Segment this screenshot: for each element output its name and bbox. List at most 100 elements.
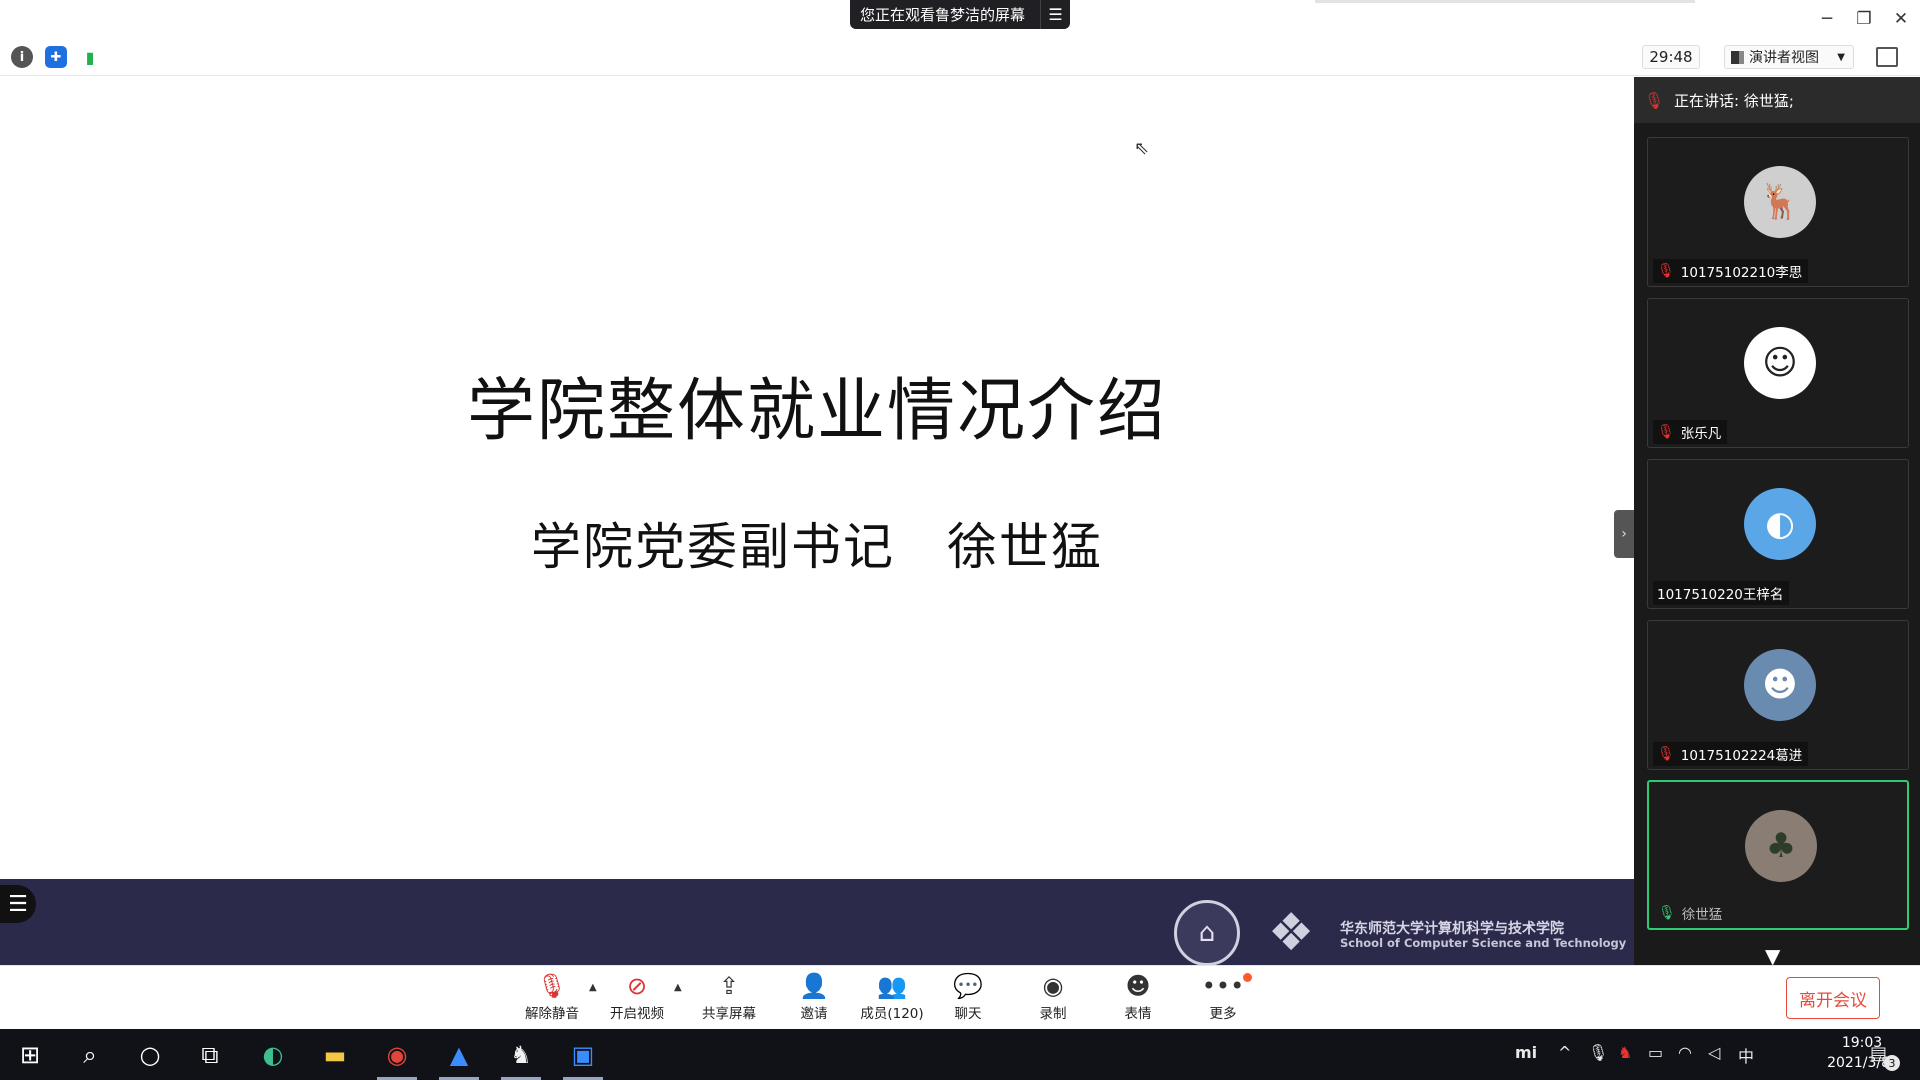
speaking-label: 正在讲话: 徐世猛; [1674,91,1794,110]
wps-icon[interactable]: ▣ [558,1029,608,1080]
unmute-button[interactable]: 🎙 解除静音 [514,970,590,1026]
minimize-button[interactable]: ─ [1812,6,1842,32]
participant-name: 1017510220王梓名 [1657,587,1784,603]
info-icon[interactable]: i [11,46,33,68]
participant-tile-active-speaker[interactable]: ♣ 🎙 徐世猛 [1647,780,1909,930]
share-screen-label: 共享屏幕 [702,1006,756,1022]
meeting-toolbar: i ✚ ▮ 29:48 演讲者视图 ▼ [0,38,1920,76]
participant-tile[interactable]: ☻ 🎙 10175102224葛进 [1647,620,1909,770]
share-banner-text: 您正在观看鲁梦洁的屏幕 [860,6,1026,24]
speaking-bar: 🎙 正在讲话: 徐世猛; [1634,77,1920,123]
unmute-label: 解除静音 [525,1006,579,1022]
participant-nametag: 1017510220王梓名 [1653,581,1790,605]
share-banner[interactable]: 您正在观看鲁梦洁的屏幕 ☰ [850,0,1070,29]
chevron-down-icon: ▼ [1837,51,1845,63]
mic-muted-icon: 🎙 [1657,263,1675,279]
cartoon-avatar: ☺ [1744,327,1816,399]
fullscreen-icon[interactable] [1876,47,1898,67]
more-dots-icon: ••• [1201,972,1245,1000]
meeting-controls: 🎙 解除静音 ▲ ⊘ 开启视频 ▲ ⇪ 共享屏幕 👤 邀请 👥 成员(120) … [0,965,1920,1029]
participant-name: 10175102210李思 [1680,265,1803,281]
participant-name: 10175102224葛进 [1680,748,1803,764]
mi-icon[interactable]: mi [1515,1043,1537,1062]
notification-dot [1243,973,1252,982]
mic-on-icon: 🎙 [1658,905,1676,921]
mic-muted-icon: 🎙 [536,972,568,1000]
volume-icon[interactable]: ◁ [1708,1043,1720,1062]
title-shadow [1315,0,1695,3]
slide-subtitle: 学院党委副书记 徐世猛 [531,518,1103,576]
participant-nametag: 🎙 徐世猛 [1654,901,1728,925]
qq-icon[interactable]: ♞ [496,1029,546,1080]
participant-tile[interactable]: ☺ 🎙 张乐凡 [1647,298,1909,448]
chevron-up-icon[interactable]: ^ [1558,1043,1571,1062]
windows-start-icon[interactable]: ⊞ [5,1029,55,1080]
invite-button[interactable]: 👤 邀请 [776,970,852,1026]
members-icon: 👥 [877,972,907,1000]
mic-muted-icon: 🎙 [1657,746,1675,762]
record-label: 录制 [1039,1006,1067,1022]
presenter-view-dropdown[interactable]: 演讲者视图 ▼ [1724,45,1854,69]
search-icon[interactable]: ⌕ [65,1029,115,1080]
record-icon: ◉ [1042,972,1064,1000]
bonsai-avatar: ♣ [1745,810,1817,882]
chrome-icon[interactable]: ◉ [372,1029,422,1080]
participant-tile[interactable]: ◐ 1017510220王梓名 [1647,459,1909,609]
baby-avatar: ☻ [1744,649,1816,721]
restore-button[interactable]: ❐ [1849,6,1879,32]
mic-muted-icon: 🎙 [1643,90,1665,110]
edge-icon[interactable]: ◐ [248,1029,298,1080]
participant-tile[interactable]: 🦌 🎙 10175102210李思 [1647,137,1909,287]
presenter-view-label: 演讲者视图 [1749,50,1819,66]
participant-name: 张乐凡 [1680,426,1722,442]
slide-title: 学院整体就业情况介绍 [466,372,1167,451]
deer-avatar: 🦌 [1744,166,1816,238]
task-view-icon[interactable]: ⧉ [185,1029,235,1080]
video-off-icon: ⊘ [626,972,648,1000]
battery-icon[interactable]: ▭ [1648,1043,1663,1062]
close-button[interactable]: ✕ [1886,6,1916,32]
participant-nametag: 🎙 10175102210李思 [1653,259,1809,283]
layout-icon [1731,50,1744,64]
glass-avatar: ◐ [1744,488,1816,560]
reactions-label: 表情 [1124,1006,1152,1022]
share-screen-icon: ⇪ [718,972,740,1000]
add-user-icon: 👤 [799,972,829,1000]
notification-count-badge: 3 [1884,1055,1900,1071]
qq-tray-icon[interactable]: ♞ [1618,1043,1632,1062]
university-seal-icon: ⌂ [1174,900,1240,966]
members-button[interactable]: 👥 成员(120) [854,970,930,1026]
record-button[interactable]: ◉ 录制 [1015,970,1091,1026]
meeting-app-icon[interactable]: ▲ [434,1029,484,1080]
footer-school-name: 华东师范大学计算机科学与技术学院 [1340,921,1564,937]
chat-icon: 💬 [953,972,983,1000]
chat-button[interactable]: 💬 聊天 [930,970,1006,1026]
ime-indicator[interactable]: 中 [1738,1043,1754,1067]
share-screen-button[interactable]: ⇪ 共享屏幕 [691,970,767,1026]
wifi-icon[interactable]: ◠ [1678,1043,1692,1062]
chat-label: 聊天 [954,1006,982,1022]
start-video-button[interactable]: ⊘ 开启视频 [599,970,675,1026]
collapse-panel-button[interactable]: › [1614,510,1634,558]
list-icon[interactable]: ☰ [1040,0,1070,29]
file-explorer-icon[interactable]: ▬ [310,1029,360,1080]
participant-name: 徐世猛 [1681,907,1723,923]
start-video-label: 开启视频 [610,1006,664,1022]
leave-meeting-button[interactable]: 离开会议 [1786,977,1880,1019]
members-label: 成员(120) [860,1006,924,1022]
microphone-icon[interactable]: 🎙 [1588,1043,1608,1062]
video-options-caret-icon[interactable]: ▲ [674,982,682,993]
audio-options-caret-icon[interactable]: ▲ [589,982,597,993]
school-logo-icon: ❖ [1267,903,1315,963]
more-label: 更多 [1209,1006,1237,1022]
reactions-button[interactable]: ☻ 表情 [1100,970,1176,1026]
shield-icon[interactable]: ✚ [45,46,67,68]
title-bar: 您正在观看鲁梦洁的屏幕 ☰ ─ ❐ ✕ [0,0,1920,38]
shared-screen [0,77,1634,879]
cortana-icon[interactable]: ○ [125,1029,175,1080]
participant-nametag: 🎙 张乐凡 [1653,420,1728,444]
invite-label: 邀请 [800,1006,828,1022]
signal-icon[interactable]: ▮ [79,46,101,68]
smiley-icon: ☻ [1125,972,1151,1000]
footer-school-name-en: School of Computer Science and Technolog… [1340,936,1627,950]
